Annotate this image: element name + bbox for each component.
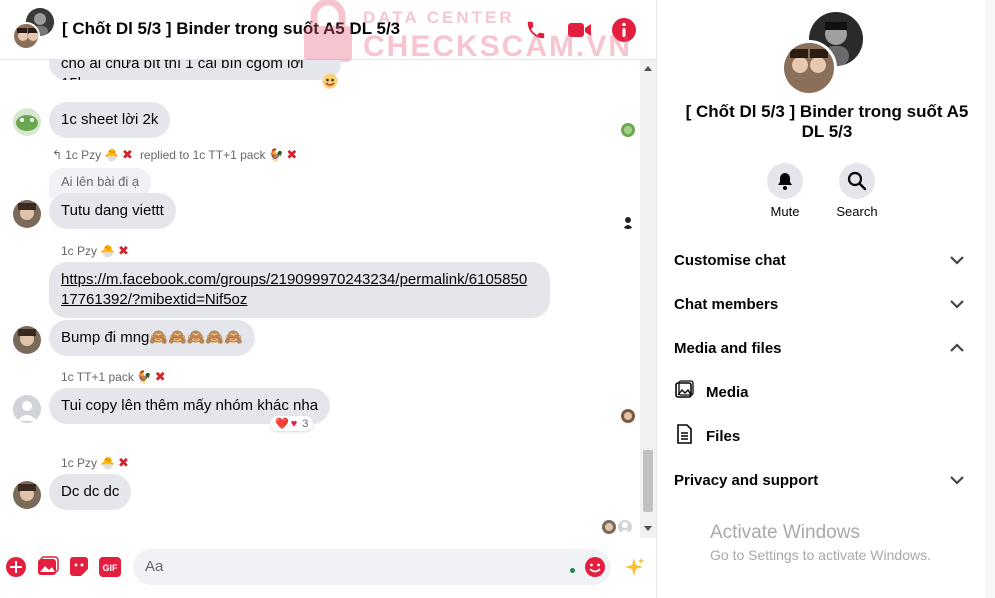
chat-title: [ Chốt Dl 5/3 ] Binder trong suốt A5 DL … xyxy=(62,19,401,38)
sender-name: 1c Pzy 🐣 ✖ xyxy=(61,455,129,470)
member-avatar xyxy=(12,22,40,50)
message-text: Dc dc dc xyxy=(61,483,120,500)
file-icon xyxy=(674,424,694,448)
message-bubble[interactable]: cho ai chưa bít thì 1 cái bìn cgom lời 1… xyxy=(49,60,341,80)
message-bubble[interactable]: Bump đi mng🙈🙈🙈🙈🙈 xyxy=(49,320,255,356)
media-item[interactable]: Media xyxy=(674,378,749,406)
message-list[interactable]: cho ai chưa bít thì 1 cái bìn cgom lời 1… xyxy=(0,60,640,538)
message-text: Tutu dang viettt xyxy=(61,202,164,219)
sender-avatar[interactable] xyxy=(13,108,41,136)
sender-name: 1c TT+1 pack 🐓 ✖ xyxy=(61,369,166,384)
video-call-icon[interactable] xyxy=(567,17,593,43)
chevron-up-icon xyxy=(950,340,964,357)
bell-icon xyxy=(767,163,803,199)
mute-button[interactable]: Mute xyxy=(750,163,820,219)
seen-avatar xyxy=(621,409,635,423)
heart-icon: ♥ xyxy=(290,417,298,430)
chat-header: [ Chốt Dl 5/3 ] Binder trong suốt A5 DL … xyxy=(0,0,656,60)
composer: GIF Aa xyxy=(0,538,656,598)
scroll-up-arrow[interactable] xyxy=(644,66,652,71)
search-icon xyxy=(839,163,875,199)
sender-avatar[interactable] xyxy=(13,200,41,228)
plus-icon[interactable] xyxy=(4,555,28,579)
phone-icon[interactable] xyxy=(523,17,549,43)
message-text: Bump đi mng🙈🙈🙈🙈🙈 xyxy=(61,329,243,346)
activate-windows-overlay: Activate Windows Go to Settings to activ… xyxy=(710,522,931,563)
default-avatar[interactable] xyxy=(13,395,41,423)
message-text: cho ai chưa bít thì 1 cái bìn cgom lời 1… xyxy=(61,60,304,80)
chat-pane: [ Chốt Dl 5/3 ] Binder trong suốt A5 DL … xyxy=(0,0,656,598)
message-bubble[interactable]: Dc dc dc xyxy=(49,474,132,510)
message-text: 1c sheet lời 2k xyxy=(61,111,159,128)
sender-avatar[interactable] xyxy=(13,481,41,509)
svg-text:GIF: GIF xyxy=(103,563,119,573)
heart-icon: ❤️ xyxy=(275,418,289,430)
search-button[interactable]: Search xyxy=(822,163,892,219)
group-name: [ Chốt Dl 5/3 ] Binder trong suốt A5 DL … xyxy=(685,102,969,141)
chevron-down-icon xyxy=(950,296,964,313)
message-input[interactable]: Aa xyxy=(133,549,611,585)
files-item[interactable]: Files xyxy=(674,422,740,450)
rooster-emoji-icon: 🐓 xyxy=(268,148,284,162)
chevron-down-icon xyxy=(950,252,964,269)
sender-name: 1c Pzy 🐣 ✖ xyxy=(61,243,129,258)
panel-scrollbar[interactable] xyxy=(986,0,995,598)
cross-icon: ✖ xyxy=(154,369,166,384)
reaction-emoji xyxy=(322,73,338,89)
scroll-down-arrow[interactable] xyxy=(644,526,652,531)
info-icon[interactable] xyxy=(611,17,637,43)
reaction-pill[interactable]: ❤️ ♥ 3 xyxy=(270,416,314,431)
customise-chat-row[interactable]: Customise chat xyxy=(674,246,964,274)
media-files-row[interactable]: Media and files xyxy=(674,334,964,362)
cross-icon: ✖ xyxy=(117,243,129,258)
message-bubble[interactable]: https://m.facebook.com/groups/2190999702… xyxy=(49,262,550,318)
reply-arrow-icon: ↰ xyxy=(52,148,63,162)
sparkle-icon[interactable] xyxy=(622,555,646,579)
image-icon xyxy=(674,380,694,404)
chick-emoji-icon: 🐣 xyxy=(104,148,120,162)
gif-icon[interactable]: GIF xyxy=(98,555,122,579)
messenger-window: [ Chốt Dl 5/3 ] Binder trong suốt A5 DL … xyxy=(0,0,995,598)
photo-icon[interactable] xyxy=(36,555,60,579)
chick-emoji-icon: 🐣 xyxy=(100,456,115,470)
cross-icon: ✖ xyxy=(286,147,298,162)
chevron-down-icon xyxy=(950,472,964,489)
sender-avatar[interactable] xyxy=(13,326,41,354)
message-bubble[interactable]: 1c sheet lời 2k xyxy=(49,102,171,138)
seen-avatar xyxy=(621,123,635,137)
seen-avatar xyxy=(602,520,616,534)
emoji-icon[interactable] xyxy=(583,555,607,579)
scroll-thumb[interactable] xyxy=(643,450,653,512)
sticker-icon[interactable] xyxy=(67,555,91,579)
group-avatar[interactable] xyxy=(12,8,56,52)
reply-meta: ↰ 1c Pzy 🐣 ✖ replied to 1c TT+1 pack 🐓 ✖ xyxy=(52,147,298,162)
privacy-support-row[interactable]: Privacy and support xyxy=(674,466,964,494)
seen-avatar xyxy=(618,520,632,534)
group-avatar-large xyxy=(781,12,863,96)
message-text: Tui copy lên thêm mấy nhóm khác nha xyxy=(61,397,319,414)
chat-info-panel: [ Chốt Dl 5/3 ] Binder trong suốt A5 DL … xyxy=(656,0,995,598)
scrollbar[interactable] xyxy=(640,60,656,538)
rooster-emoji-icon: 🐓 xyxy=(136,370,152,384)
status-dot xyxy=(570,568,575,573)
member-avatar xyxy=(781,40,837,96)
cross-icon: ✖ xyxy=(122,147,133,162)
chick-emoji-icon: 🐣 xyxy=(100,244,115,258)
message-bubble[interactable]: Tutu dang viettt xyxy=(49,193,176,229)
seen-avatar xyxy=(621,215,635,229)
cross-icon: ✖ xyxy=(117,455,129,470)
chat-members-row[interactable]: Chat members xyxy=(674,290,964,318)
message-link[interactable]: https://m.facebook.com/groups/2190999702… xyxy=(61,271,527,308)
